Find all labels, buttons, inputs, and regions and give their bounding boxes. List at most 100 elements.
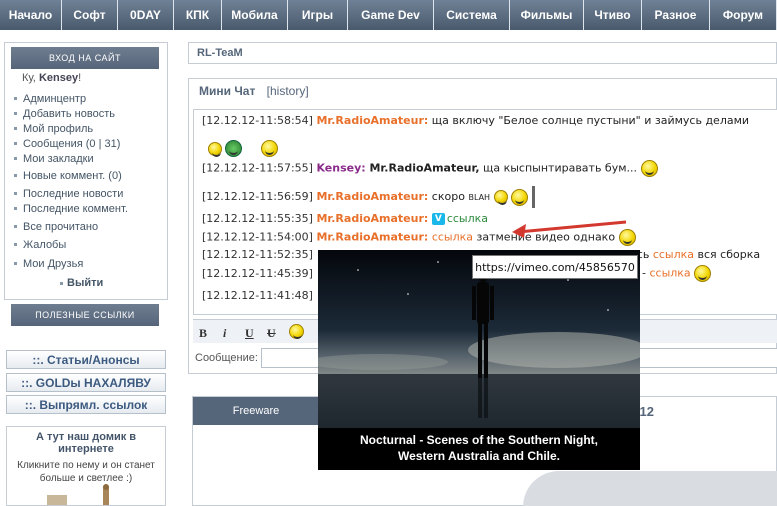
message-timestamp: [12.12.12-11:52:35] [202, 248, 313, 261]
menu-latest-comments[interactable]: Последние коммент. [14, 201, 128, 216]
message-author[interactable]: Mr.RadioAmateur: [316, 190, 428, 203]
nav-item-soft[interactable]: Софт [62, 0, 118, 30]
nav-item-misc[interactable]: Разное [642, 0, 710, 30]
user-menu-2: Новые коммент. (0) [14, 168, 122, 183]
nav-bar: Начало Софт 0DAY КПК Мобила Игры Game De… [0, 0, 777, 30]
chat-message: [12.12.12-11:57:55] Kensey: Mr.RadioAmat… [202, 160, 658, 177]
url-tooltip: https://vimeo.com/45856570 [472, 255, 638, 279]
bold-button[interactable]: B [199, 326, 207, 341]
tab-freeware[interactable]: Freeware [193, 397, 319, 425]
username[interactable]: Kensey [39, 72, 78, 84]
message-text: затмение видео однако [473, 230, 616, 244]
home-promo-text: Кликните по нему и он станет больше и св… [17, 460, 155, 484]
chat-tabs: Мини Чат [history] [199, 84, 309, 98]
message-author[interactable]: Mr.RadioAmateur: [316, 212, 428, 225]
section-link-articles[interactable]: ::. Статьи/Анонсы [6, 350, 166, 369]
user-menu-4: Все прочитано [14, 219, 98, 234]
nav-item-mobile[interactable]: Мобила [222, 0, 288, 30]
grin-smiley-icon [640, 160, 658, 177]
chat-message: [12.12.12-11:41:48] [202, 289, 313, 302]
message-timestamp: [12.12.12-11:57:55] [202, 161, 313, 175]
chat-message: [12.12.12-11:52:35] [202, 248, 313, 261]
message-author[interactable]: Mr.RadioAmateur: [316, 231, 428, 244]
section-link-shortener[interactable]: ::. Выпрямл. ссылок [6, 395, 166, 414]
menu-complaints[interactable]: Жалобы [14, 237, 66, 252]
blah-smiley-icon [493, 190, 508, 205]
chat-message: [12.12.12-11:45:39] [202, 267, 313, 280]
message-link[interactable]: ссылка [649, 267, 690, 280]
emoji-row [208, 140, 279, 157]
tab-mini-chat[interactable]: Мини Чат [199, 84, 255, 98]
chat-message: [12.12.12-11:55:35] Mr.RadioAmateur: Vсс… [202, 212, 488, 225]
message-link[interactable]: ссылка [432, 231, 473, 244]
pacman-smiley-icon [208, 141, 222, 157]
nav-item-forum[interactable]: Форум [710, 0, 777, 30]
menu-add-news[interactable]: Добавить новость [14, 106, 120, 121]
italic-button[interactable]: i [223, 326, 226, 341]
user-menu-6: Мои Друзья [14, 256, 83, 271]
message-text: ща включу "Белое солнце пустыни" и займу… [428, 114, 750, 127]
menu-my-profile[interactable]: Мой профиль [14, 121, 120, 136]
sidebar: вход на сайт Ку, Kensey! Админцентр Доба… [0, 38, 172, 506]
grin-smiley-icon [694, 265, 712, 282]
user-menu-1: Админцентр Добавить новость Мой профиль … [14, 91, 120, 166]
message-link[interactable]: ссылка [653, 248, 694, 261]
message-timestamp: [12.12.12-11:45:39] [202, 267, 313, 280]
home-promo-title: А тут наш домик в интернете [35, 431, 137, 455]
nav-item-reading[interactable]: Чтиво [584, 0, 642, 30]
message-label: Сообщение: [195, 352, 258, 364]
user-menu-3: Последние новости Последние коммент. [14, 186, 128, 216]
useful-links-button[interactable]: полезные ссылки [11, 304, 159, 326]
chat-message: [12.12.12-11:56:59] Mr.RadioAmateur: ско… [202, 186, 535, 208]
menu-my-friends[interactable]: Мои Друзья [14, 256, 83, 271]
video-caption-line2: Western Australia and Chile. [397, 449, 561, 463]
menu-messages[interactable]: Сообщения (0 | 31) [14, 136, 120, 151]
message-timestamp: [12.12.12-11:56:59] [202, 190, 313, 203]
video-preview-popup[interactable]: Nocturnal - Scenes of the Southern Night… [318, 250, 640, 470]
message-text: ща кыспынтиравать бум... [479, 161, 638, 175]
decorative-shape [523, 471, 777, 506]
nav-item-gamedev[interactable]: Game Dev [348, 0, 434, 30]
video-caption-line1: Nocturnal - Scenes of the Southern Night… [359, 433, 598, 447]
nav-item-games[interactable]: Игры [288, 0, 348, 30]
flower-smiley-icon [225, 140, 243, 157]
message-text: скоро [428, 190, 465, 203]
underline-button[interactable]: U [245, 326, 254, 341]
nav-item-home[interactable]: Начало [0, 0, 62, 30]
nav-item-kpk[interactable]: КПК [174, 0, 222, 30]
menu-mark-all-read[interactable]: Все прочитано [14, 219, 98, 234]
message-mention[interactable]: Mr.RadioAmateur, [366, 162, 479, 175]
nav-item-system[interactable]: Система [434, 0, 510, 30]
menu-latest-news[interactable]: Последние новости [14, 186, 128, 201]
home-promo[interactable]: А тут наш домик в интернете Кликните по … [6, 426, 166, 506]
tab-history[interactable]: [history] [267, 84, 309, 98]
section-link-golds[interactable]: ::. GOLDы НАХАЛЯВУ [6, 373, 166, 392]
vimeo-icon: V [431, 213, 445, 225]
team-title: RL-TeaM [197, 47, 243, 59]
message-timestamp: [12.12.12-11:54:00] [202, 230, 313, 244]
chat-message-tail: - ссылка [642, 265, 712, 282]
nav-item-0day[interactable]: 0DAY [118, 0, 174, 30]
vimeo-link[interactable]: ссылка [447, 212, 488, 225]
nav-item-films[interactable]: Фильмы [510, 0, 584, 30]
thumbs-smiley-icon [618, 229, 636, 246]
insert-smiley-icon[interactable] [289, 324, 304, 339]
chat-message: [12.12.12-11:58:54] Mr.RadioAmateur: ща … [202, 114, 749, 127]
strike-button[interactable]: U [267, 326, 276, 341]
greeting-suffix: ! [78, 72, 82, 84]
menu-admin-center[interactable]: Админцентр [14, 91, 120, 106]
message-author[interactable]: Mr.RadioAmateur: [316, 114, 428, 127]
message-timestamp: [12.12.12-11:55:35] [202, 212, 313, 225]
logout-link[interactable]: Выйти [60, 277, 103, 289]
team-header: RL-TeaM [188, 42, 777, 64]
menu-bookmarks[interactable]: Мои закладки [14, 151, 120, 166]
message-text: вся сборка [694, 248, 761, 261]
blah-smiley-label: BLAH [468, 193, 491, 202]
grin-smiley-icon [511, 188, 529, 206]
message-author[interactable]: Kensey: [316, 162, 365, 175]
login-button[interactable]: вход на сайт [11, 47, 159, 69]
menu-new-comments[interactable]: Новые коммент. (0) [14, 168, 122, 183]
user-menu-5: Жалобы [14, 237, 66, 252]
message-timestamp: [12.12.12-11:41:48] [202, 289, 313, 302]
grin-smiley-icon [261, 140, 279, 157]
